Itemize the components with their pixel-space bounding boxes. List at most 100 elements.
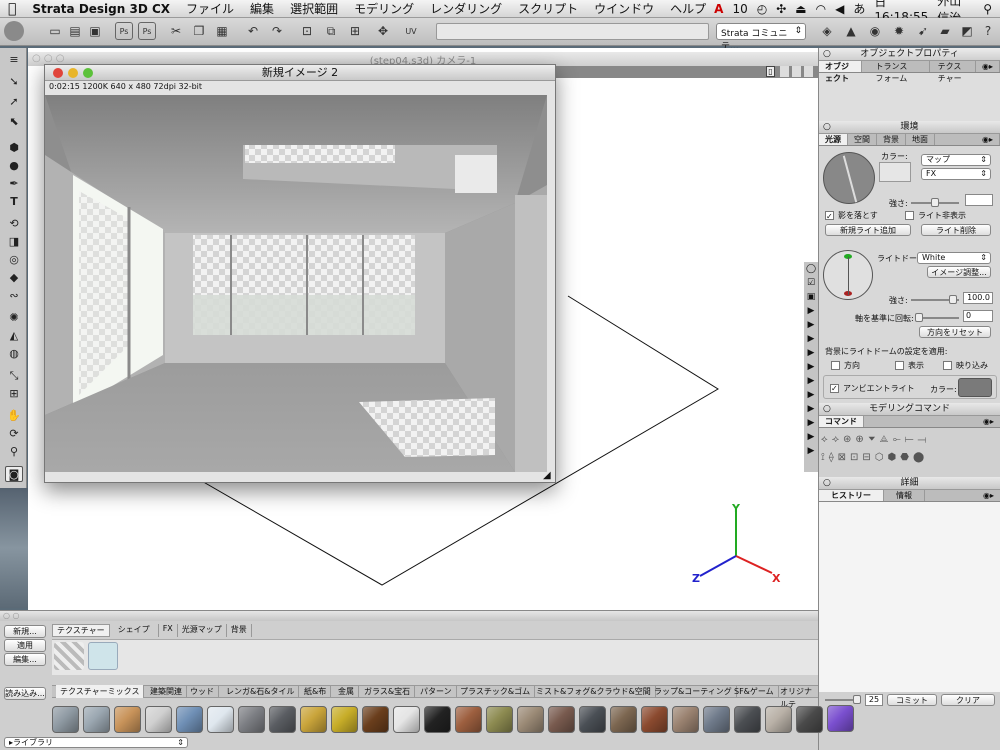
texture-swatch[interactable] (703, 706, 730, 733)
expand-arrow-icon[interactable]: ▶ (804, 360, 818, 374)
lathe-tool-icon[interactable]: ◨ (5, 234, 23, 250)
cat-metal[interactable]: 金属 (334, 685, 359, 698)
light-tool-icon[interactable]: ✺ (5, 310, 23, 326)
library-titlebar[interactable]: ○ ○ (0, 611, 818, 621)
tab-info[interactable]: 情報 (884, 490, 925, 501)
panel-close-icon[interactable]: ○ (823, 403, 831, 416)
hide-light-checkbox[interactable]: ライト非表示 (905, 210, 966, 221)
menu-script[interactable]: スクリプト (510, 0, 586, 17)
texture-swatch[interactable] (641, 706, 668, 733)
cat-pattern[interactable]: パターン (416, 685, 457, 698)
library-icon[interactable]: ◩ (958, 22, 976, 40)
cat-paper-cloth[interactable]: 紙&布 (300, 685, 332, 698)
camera-tool-icon[interactable]: ◍ (5, 346, 23, 362)
boolean-tool-icon[interactable]: ◆ (5, 270, 23, 286)
undo-icon[interactable]: ↶ (244, 22, 262, 40)
cat-glass-gem[interactable]: ガラス&宝石 (360, 685, 416, 698)
strength2-input[interactable]: 100.0 (963, 292, 993, 304)
tab-background[interactable]: 背景 (877, 134, 906, 145)
eject-icon[interactable]: ⏏ (795, 2, 806, 16)
map-select[interactable]: マップ ⇕ (921, 154, 991, 166)
texture-swatch[interactable] (827, 705, 854, 732)
community-select[interactable]: Strata コミュニテ... ⇕ (716, 23, 806, 52)
texture-swatch[interactable] (331, 706, 358, 733)
menu-window[interactable]: ウインドウ (586, 0, 662, 17)
expand-arrow-icon[interactable]: ▶ (804, 318, 818, 332)
direct-select-icon[interactable]: ➚ (5, 94, 23, 110)
texture-swatch[interactable] (579, 706, 606, 733)
close-icon[interactable] (53, 68, 63, 78)
tab-space[interactable]: 空間 (848, 134, 877, 145)
volume-icon[interactable]: ◀ (835, 2, 844, 16)
rotate-view-icon[interactable]: ⟳ (5, 426, 23, 442)
history-list[interactable] (819, 502, 1000, 692)
texture-swatch[interactable] (269, 706, 296, 733)
menu-edit[interactable]: 編集 (242, 0, 282, 17)
app-menu[interactable]: Strata Design 3D CX (24, 2, 178, 16)
expand-arrow-icon[interactable]: ▶ (804, 332, 818, 346)
lock-icon[interactable]: ▯ (766, 66, 775, 77)
expand-arrow-icon[interactable]: ▶ (804, 374, 818, 388)
view-quad-icon[interactable] (792, 66, 801, 77)
frame-icon[interactable]: ⊡ (298, 22, 316, 40)
axis-rotate-slider[interactable] (915, 313, 959, 322)
tab-command[interactable]: コマンド (819, 416, 864, 427)
palette-grip-icon[interactable]: ≡ (5, 52, 23, 68)
menu-modeling[interactable]: モデリング (346, 0, 422, 17)
panel-menu-icon[interactable]: ◉▸ (977, 490, 1000, 501)
panel-menu-icon[interactable]: ◉▸ (977, 416, 1000, 427)
reflect-checkbox[interactable]: 映り込み (943, 360, 988, 371)
shadow-checkbox[interactable]: ✓ 影を落とす (825, 210, 878, 221)
measure-tool-icon[interactable]: ⤡ (5, 368, 23, 384)
cube-tool-icon[interactable]: ⬢ (5, 140, 23, 156)
library-apply-button[interactable]: 適用 (4, 639, 46, 652)
photoshop-export-icon[interactable]: Ps (138, 22, 156, 40)
expand-arrow-icon[interactable]: ◯ (804, 262, 818, 276)
expand-arrow-icon[interactable]: ▶ (804, 346, 818, 360)
cat-architecture[interactable]: 建築関連 (146, 685, 187, 698)
commit-button[interactable]: コミット (887, 694, 937, 706)
expand-arrow-icon[interactable]: ▶ (804, 416, 818, 430)
hand-tool-icon[interactable]: ✋ (5, 408, 23, 424)
expand-arrow-icon[interactable]: ☑ (804, 276, 818, 290)
group-icon[interactable]: ⧉ (322, 22, 340, 40)
path-tool-icon[interactable]: ∾ (5, 288, 23, 304)
viewport-window-buttons[interactable]: ○ ○ ○ (32, 53, 65, 64)
lib-tab-fx[interactable]: FX (159, 624, 178, 637)
cat-sf-game[interactable]: SF&ゲーム (730, 685, 779, 698)
add-light-button[interactable]: 新規ライト追加 (825, 224, 911, 236)
texture-swatch[interactable] (362, 706, 389, 733)
adobe-icon[interactable]: A (714, 2, 723, 16)
texture-swatch[interactable] (393, 706, 420, 733)
fx-select[interactable]: FX ⇕ (921, 168, 991, 180)
spotlight-tool-icon[interactable]: ◭ (5, 328, 23, 344)
ungroup-icon[interactable]: ⊞ (346, 22, 364, 40)
export-icon[interactable]: ➹ (914, 22, 932, 40)
tab-texture[interactable]: テクスチャー (930, 61, 976, 83)
cat-texture-mix[interactable]: テクスチャーミックス (56, 685, 145, 698)
tab-ground[interactable]: 地面 (906, 134, 935, 145)
cat-original[interactable]: オリジナルテ (776, 685, 818, 709)
render-window[interactable]: 新規イメージ 2 0:02:15 1200K 640 x 480 72dpi 3… (44, 64, 556, 483)
applied-texture-thumb[interactable] (88, 642, 118, 670)
texture-swatch[interactable] (796, 706, 823, 733)
tab-light[interactable]: 光源 (819, 134, 848, 145)
library-applied-area[interactable] (52, 639, 818, 675)
minimize-icon[interactable] (68, 68, 78, 78)
applied-texture-thumb[interactable] (54, 642, 84, 670)
light-dome-dial[interactable] (823, 250, 873, 300)
menu-file[interactable]: ファイル (178, 0, 242, 17)
lib-tab-texture[interactable]: テクスチャー (52, 624, 110, 637)
lib-tab-lightmap[interactable]: 光源マップ (178, 624, 227, 637)
text-tool-icon[interactable]: T (5, 194, 23, 210)
grid-tool-icon[interactable]: ⊞ (5, 386, 23, 402)
folder-icon[interactable]: ▰ (936, 22, 954, 40)
light-color-swatch[interactable] (879, 162, 911, 182)
texture-swatch[interactable] (610, 706, 637, 733)
object-select-icon[interactable]: ⬉ (5, 114, 23, 130)
texture-swatch[interactable] (52, 706, 79, 733)
select-arrow-icon[interactable]: ➘ (5, 74, 23, 90)
direction-checkbox[interactable]: 方向 (831, 360, 860, 371)
library-edit-button[interactable]: 編集... (4, 653, 46, 666)
texture-swatch[interactable] (734, 706, 761, 733)
